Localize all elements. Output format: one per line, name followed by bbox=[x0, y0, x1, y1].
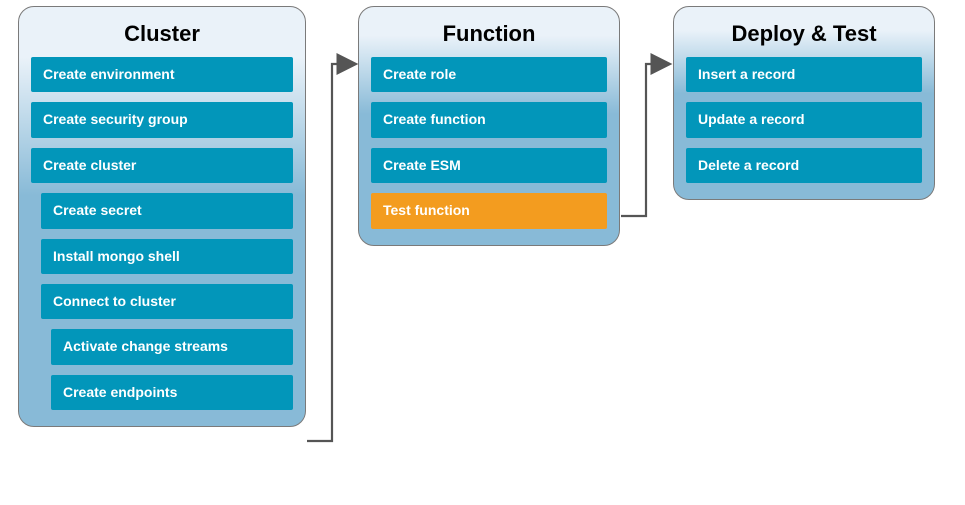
panel-deploy-test: Deploy & Test Insert a record Update a r… bbox=[673, 6, 935, 200]
step-delete-record: Delete a record bbox=[686, 148, 922, 183]
step-create-cluster: Create cluster bbox=[31, 148, 293, 183]
step-create-role: Create role bbox=[371, 57, 607, 92]
panel-title-cluster: Cluster bbox=[31, 21, 293, 47]
arrow-cluster-to-function bbox=[304, 56, 364, 456]
step-insert-record: Insert a record bbox=[686, 57, 922, 92]
step-update-record: Update a record bbox=[686, 102, 922, 137]
step-test-function: Test function bbox=[371, 193, 607, 228]
panel-title-function: Function bbox=[371, 21, 607, 47]
step-connect-to-cluster: Connect to cluster bbox=[41, 284, 293, 319]
panel-function: Function Create role Create function Cre… bbox=[358, 6, 620, 246]
step-create-function: Create function bbox=[371, 102, 607, 137]
step-create-security-group: Create security group bbox=[31, 102, 293, 137]
step-install-mongo-shell: Install mongo shell bbox=[41, 239, 293, 274]
panel-title-deploy-test: Deploy & Test bbox=[686, 21, 922, 47]
step-create-environment: Create environment bbox=[31, 57, 293, 92]
step-create-secret: Create secret bbox=[41, 193, 293, 228]
step-activate-change-streams: Activate change streams bbox=[51, 329, 293, 364]
panel-cluster: Cluster Create environment Create securi… bbox=[18, 6, 306, 427]
step-create-endpoints: Create endpoints bbox=[51, 375, 293, 410]
arrow-function-to-deploy bbox=[618, 56, 678, 276]
step-create-esm: Create ESM bbox=[371, 148, 607, 183]
